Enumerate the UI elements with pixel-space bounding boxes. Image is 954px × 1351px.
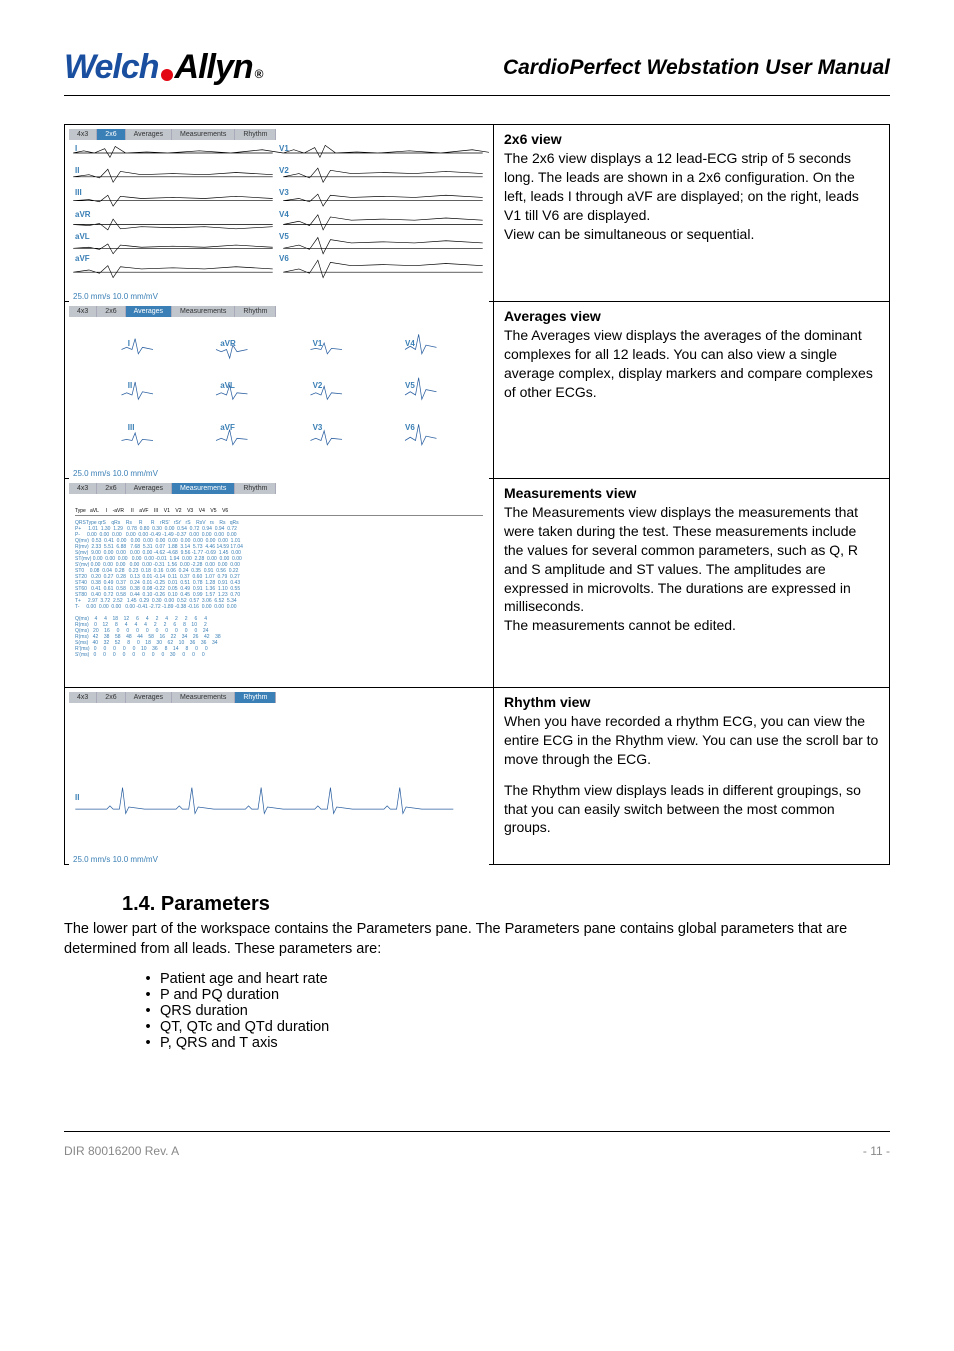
- registered-icon: ®: [255, 67, 264, 81]
- lead-label: V1: [313, 339, 323, 348]
- page-header: Welch Allyn ® CardioPerfect Webstation U…: [64, 48, 890, 87]
- tab-measurements[interactable]: Measurements: [172, 692, 235, 703]
- lead-label: II: [75, 166, 79, 175]
- list-item: P and PQ duration: [136, 987, 890, 1003]
- lead-label: V3: [313, 423, 323, 432]
- tab-averages[interactable]: Averages: [126, 692, 172, 703]
- thumb-measurements: 4x3 2x6 Averages Measurements Rhythm Typ…: [65, 479, 494, 688]
- lead-label: I: [128, 339, 130, 348]
- desc-rhythm: Rhythm view When you have recorded a rhy…: [494, 688, 890, 865]
- view-title: Averages view: [504, 308, 879, 324]
- lead-label: V2: [313, 381, 323, 390]
- tabs-bar: 4x3 2x6 Averages Measurements Rhythm: [69, 129, 489, 140]
- scale-label: 25.0 mm/s 10.0 mm/mV: [73, 292, 158, 301]
- tabs-bar: 4x3 2x6 Averages Measurements Rhythm: [69, 306, 489, 317]
- tab-2x6[interactable]: 2x6: [97, 306, 125, 317]
- list-item: Patient age and heart rate: [136, 971, 890, 987]
- footer-right: - 11 -: [863, 1144, 890, 1158]
- measurements-data: QRSType qrS qRs Rs R R rRS' rSr' rS RsV …: [75, 520, 483, 658]
- lead-label: aVL: [220, 381, 235, 390]
- lead-label: V2: [279, 166, 289, 175]
- views-table: 4x3 2x6 Averages Measurements Rhythm I I…: [64, 124, 890, 865]
- lead-label: V4: [405, 339, 415, 348]
- tab-measurements[interactable]: Measurements: [172, 483, 235, 494]
- view-body: The Averages view displays the averages …: [504, 326, 879, 402]
- footer-left: DIR 80016200 Rev. A: [64, 1144, 179, 1158]
- lead-label: V4: [279, 210, 289, 219]
- ecg-complex-icon: [69, 317, 489, 480]
- tab-4x3[interactable]: 4x3: [69, 692, 97, 703]
- lead-label: V1: [279, 144, 289, 153]
- scale-label: 25.0 mm/s 10.0 mm/mV: [73, 855, 158, 864]
- table-row: 4x3 2x6 Averages Measurements Rhythm II …: [65, 688, 890, 865]
- ecg-rhythm-icon: [69, 703, 489, 866]
- tab-measurements[interactable]: Measurements: [172, 129, 235, 140]
- lead-label: V3: [279, 188, 289, 197]
- section-heading: 1.4. Parameters: [122, 893, 890, 916]
- desc-measurements: Measurements view The Measurements view …: [494, 479, 890, 688]
- logo-allyn: Allyn: [175, 48, 253, 87]
- view-title: Rhythm view: [504, 694, 879, 710]
- lead-label: aVR: [75, 210, 91, 219]
- tabs-bar: 4x3 2x6 Averages Measurements Rhythm: [69, 692, 489, 703]
- list-item: QT, QTc and QTd duration: [136, 1019, 890, 1035]
- lead-label: aVF: [220, 423, 235, 432]
- lead-label: V5: [279, 232, 289, 241]
- logo-dot-icon: [161, 69, 173, 81]
- lead-label: aVF: [75, 254, 90, 263]
- table-row: 4x3 2x6 Averages Measurements Rhythm I I…: [65, 125, 890, 302]
- lead-label: III: [128, 423, 135, 432]
- lead-label: aVL: [75, 232, 90, 241]
- measurements-header-row: Type aVL I -aVR II aVF III V1 V2 V3 V4 V…: [75, 508, 483, 516]
- tab-measurements[interactable]: Measurements: [172, 306, 235, 317]
- view-body-p1: When you have recorded a rhythm ECG, you…: [504, 712, 879, 769]
- lead-label: V6: [279, 254, 289, 263]
- lead-label: II: [75, 793, 79, 802]
- thumb-rhythm: 4x3 2x6 Averages Measurements Rhythm II …: [65, 688, 494, 865]
- view-title: Measurements view: [504, 485, 879, 501]
- tab-rhythm[interactable]: Rhythm: [235, 306, 276, 317]
- tab-2x6[interactable]: 2x6: [97, 692, 125, 703]
- ecg-waveform-icon: [69, 140, 489, 303]
- parameter-list: Patient age and heart rate P and PQ dura…: [136, 971, 890, 1051]
- welchallyn-logo: Welch Allyn ®: [64, 48, 263, 87]
- tab-averages[interactable]: Averages: [126, 129, 172, 140]
- tab-rhythm[interactable]: Rhythm: [235, 692, 276, 703]
- list-item: QRS duration: [136, 1003, 890, 1019]
- tab-averages[interactable]: Averages: [126, 306, 172, 317]
- tab-4x3[interactable]: 4x3: [69, 483, 97, 494]
- tab-4x3[interactable]: 4x3: [69, 306, 97, 317]
- tab-rhythm[interactable]: Rhythm: [235, 483, 276, 494]
- view-body: The 2x6 view displays a 12 lead-ECG stri…: [504, 149, 879, 243]
- lead-label: V5: [405, 381, 415, 390]
- tab-averages[interactable]: Averages: [126, 483, 172, 494]
- table-row: 4x3 2x6 Averages Measurements Rhythm Typ…: [65, 479, 890, 688]
- lead-label: V6: [405, 423, 415, 432]
- logo-welch: Welch: [64, 48, 159, 87]
- lead-label: II: [128, 381, 132, 390]
- header-divider: [64, 95, 890, 96]
- thumb-2x6: 4x3 2x6 Averages Measurements Rhythm I I…: [65, 125, 494, 302]
- scale-label: 25.0 mm/s 10.0 mm/mV: [73, 469, 158, 478]
- page-footer: DIR 80016200 Rev. A - 11 -: [64, 1140, 890, 1158]
- view-body-p2: The Rhythm view displays leads in differ…: [504, 781, 879, 838]
- footer-divider: [64, 1131, 890, 1132]
- section-intro: The lower part of the workspace contains…: [64, 920, 890, 959]
- desc-2x6: 2x6 view The 2x6 view displays a 12 lead…: [494, 125, 890, 302]
- lead-label: aVR: [220, 339, 236, 348]
- thumb-averages: 4x3 2x6 Averages Measurements Rhythm I a…: [65, 302, 494, 479]
- desc-averages: Averages view The Averages view displays…: [494, 302, 890, 479]
- tab-2x6[interactable]: 2x6: [97, 129, 125, 140]
- manual-title: CardioPerfect Webstation User Manual: [503, 56, 890, 80]
- table-row: 4x3 2x6 Averages Measurements Rhythm I a…: [65, 302, 890, 479]
- lead-label: I: [75, 144, 77, 153]
- tab-rhythm[interactable]: Rhythm: [235, 129, 276, 140]
- tab-2x6[interactable]: 2x6: [97, 483, 125, 494]
- view-title: 2x6 view: [504, 131, 879, 147]
- view-body: The Measurements view displays the measu…: [504, 503, 879, 635]
- list-item: P, QRS and T axis: [136, 1035, 890, 1051]
- tabs-bar: 4x3 2x6 Averages Measurements Rhythm: [69, 483, 489, 494]
- tab-4x3[interactable]: 4x3: [69, 129, 97, 140]
- lead-label: III: [75, 188, 82, 197]
